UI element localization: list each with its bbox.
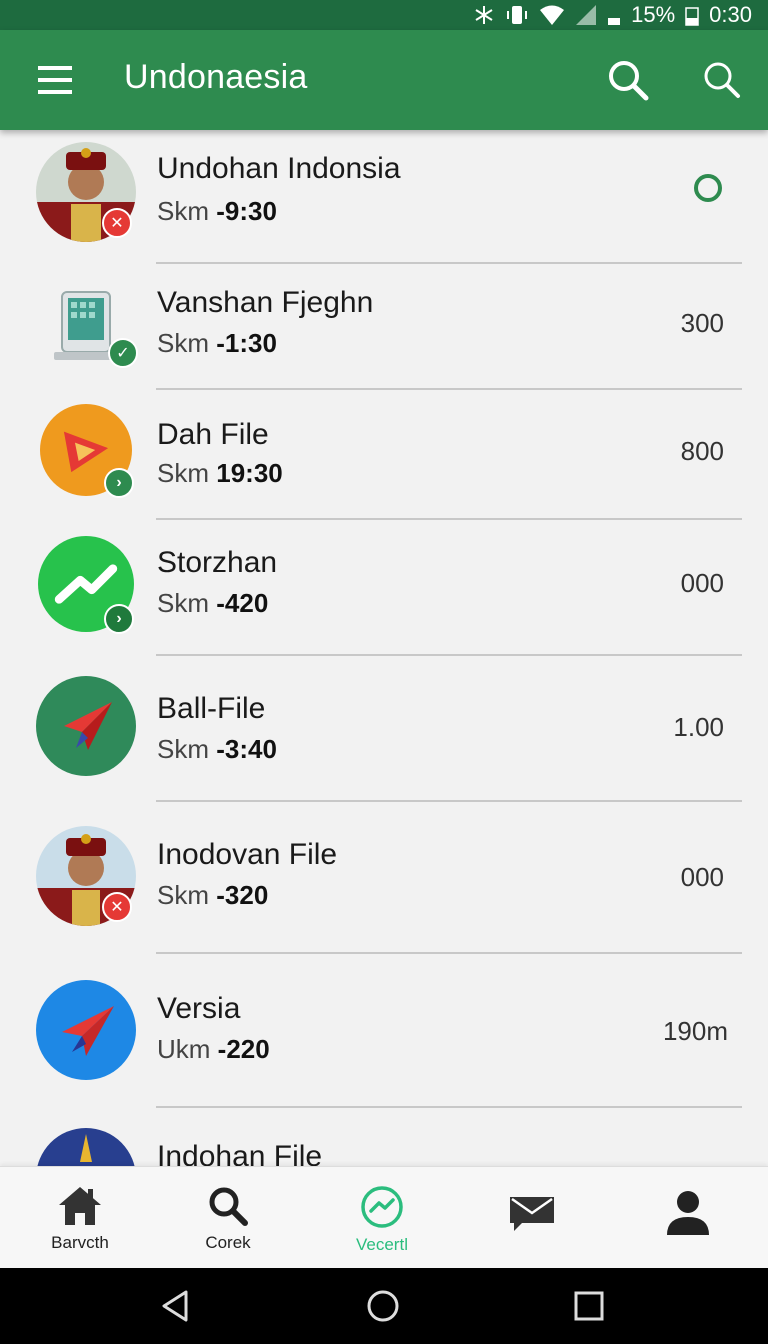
- blue-plane-icon: [36, 980, 136, 1080]
- wifi-icon: [540, 5, 565, 25]
- nav-trends[interactable]: Vecertl: [322, 1167, 442, 1269]
- list-item[interactable]: ✕ Inodovan File Skm -320 000: [0, 802, 768, 954]
- item-title: Indohan File: [157, 1140, 323, 1166]
- item-value: 000: [680, 862, 724, 892]
- item-value: 190m: [662, 1016, 728, 1046]
- item-subtitle: Skm -3:40: [157, 734, 277, 764]
- item-title: Dah File: [157, 418, 269, 451]
- item-title: Vanshan Fjeghn: [157, 286, 374, 319]
- item-value: 800: [680, 436, 724, 466]
- avatar: [36, 1128, 136, 1166]
- bottom-navigation: Barvcth Corek Vecertl: [0, 1166, 768, 1268]
- battery-small-icon: [608, 18, 621, 25]
- nav-label: Corek: [205, 1233, 251, 1252]
- item-subtitle: Skm -9:30: [157, 196, 277, 226]
- file-list: ✕ Undohan Indonsia Skm -9:30 ✓ Vanshan F…: [0, 130, 768, 1166]
- nav-home[interactable]: Barvcth: [20, 1167, 140, 1269]
- battery-percent: 15%: [631, 2, 676, 27]
- item-value: 300: [680, 308, 724, 338]
- list-item[interactable]: Indohan File: [0, 1108, 768, 1166]
- item-title: Undohan Indonsia: [157, 152, 401, 185]
- avatar: [36, 676, 136, 776]
- search-icon-secondary[interactable]: [700, 58, 744, 102]
- menu-icon[interactable]: [32, 60, 78, 100]
- home-icon: [59, 1187, 101, 1225]
- status-bar: 15% 0:30: [0, 0, 768, 30]
- item-title: Storzhan: [157, 546, 278, 579]
- item-subtitle: Skm -320: [157, 880, 269, 910]
- home-button-icon[interactable]: [365, 1288, 401, 1324]
- list-item[interactable]: Versia Ukm -220 190m: [0, 954, 768, 1106]
- avatar: ✓: [40, 278, 140, 378]
- error-badge-icon: ✕: [102, 208, 132, 238]
- battery-icon: [685, 7, 699, 26]
- avatar: [36, 980, 136, 1080]
- bluetooth-icon: [475, 6, 493, 24]
- check-badge-icon: ✓: [108, 338, 138, 368]
- nav-messages[interactable]: [472, 1167, 592, 1269]
- chevron-badge-icon: ›: [104, 468, 134, 498]
- item-subtitle: Skm -1:30: [157, 328, 277, 358]
- trend-icon: [361, 1186, 403, 1228]
- app-bar: Undonaesia: [0, 30, 768, 130]
- item-title: Ball-File: [157, 692, 266, 725]
- item-subtitle: Ukm -220: [157, 1034, 270, 1064]
- person-icon: [667, 1191, 709, 1235]
- error-badge-icon: ✕: [102, 892, 132, 922]
- avatar: ›: [40, 404, 134, 498]
- green-plane-icon: [36, 676, 136, 776]
- online-status-icon: [694, 174, 722, 202]
- recents-icon[interactable]: [571, 1288, 607, 1324]
- item-subtitle: Skm 19:30: [157, 458, 283, 488]
- mail-icon: [510, 1197, 554, 1231]
- nav-search[interactable]: Corek: [168, 1167, 288, 1269]
- signal-icon: [576, 5, 597, 25]
- app-title: Undonaesia: [124, 58, 308, 96]
- item-title: Versia: [157, 992, 241, 1025]
- search-icon: [209, 1187, 248, 1226]
- avatar: ✕: [36, 142, 136, 242]
- list-item[interactable]: Ball-File Skm -3:40 1.00: [0, 656, 768, 802]
- back-icon[interactable]: [158, 1288, 194, 1324]
- list-item[interactable]: ✓ Vanshan Fjeghn Skm -1:30 300: [0, 264, 768, 390]
- vibrate-icon: [507, 6, 528, 24]
- nav-profile[interactable]: [628, 1167, 748, 1269]
- list-item[interactable]: ✕ Undohan Indonsia Skm -9:30: [0, 130, 768, 264]
- item-value: 000: [680, 568, 724, 598]
- chevron-badge-icon: ›: [104, 604, 134, 634]
- nav-label: Vecertl: [356, 1235, 408, 1254]
- avatar: ›: [38, 536, 134, 634]
- clock: 0:30: [709, 2, 752, 27]
- item-subtitle: Skm -420: [157, 588, 269, 618]
- nav-label: Barvcth: [51, 1233, 109, 1252]
- list-item[interactable]: › Dah File Skm 19:30 800: [0, 390, 768, 520]
- compass-icon: [37, 1128, 135, 1166]
- search-icon[interactable]: [604, 56, 652, 104]
- avatar: ✕: [36, 826, 136, 926]
- item-title: Inodovan File: [157, 838, 338, 871]
- system-navigation-bar: [0, 1268, 768, 1344]
- list-item[interactable]: › Storzhan Skm -420 000: [0, 520, 768, 656]
- item-value: 1.00: [673, 712, 724, 742]
